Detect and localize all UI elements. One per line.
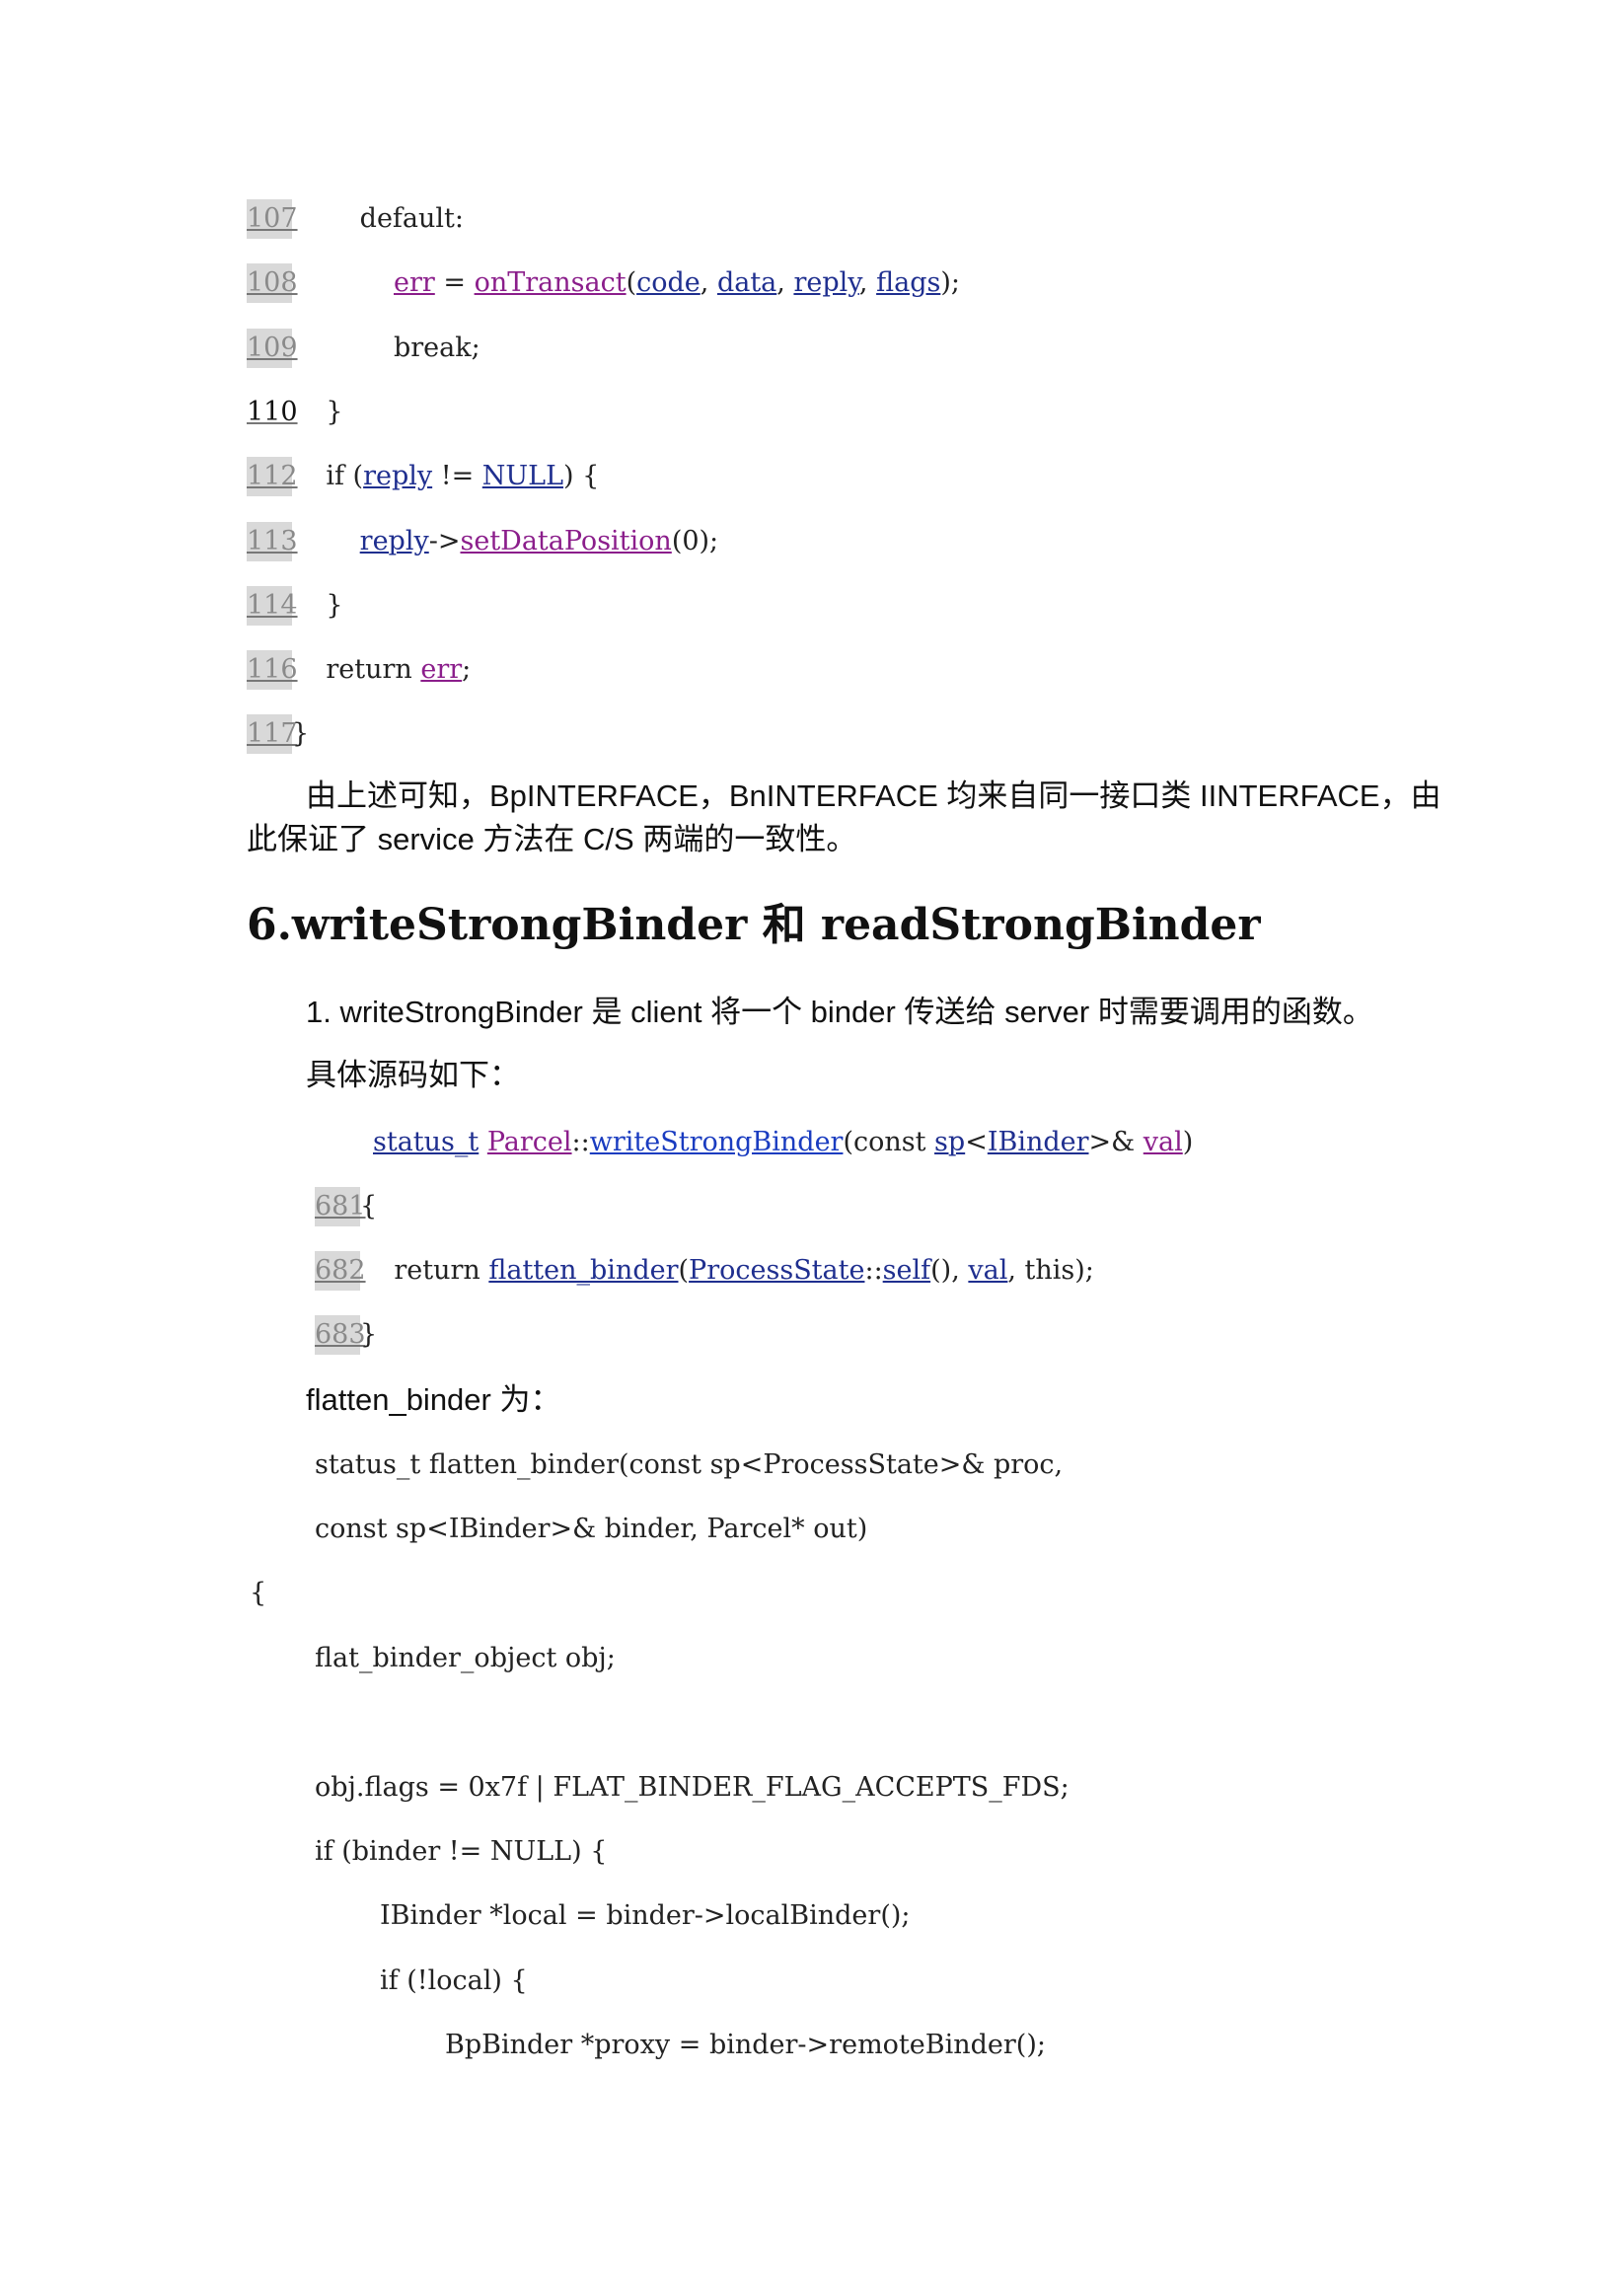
code-line: 110 }: [247, 393, 343, 432]
code-text: );: [940, 267, 960, 299]
code-text: ::: [864, 1255, 883, 1286]
code-token-link[interactable]: self: [883, 1255, 930, 1286]
code-text: =: [434, 267, 475, 299]
code-token-link[interactable]: val: [1143, 1127, 1183, 1157]
code-text: default:: [292, 203, 464, 234]
code-text: }: [292, 589, 343, 621]
code-text: ,: [858, 267, 877, 299]
code-text: ;: [462, 654, 472, 686]
paragraph-line-1: 由上述可知，BpINTERFACE，BnINTERFACE 均来自同一接口类 I…: [306, 778, 1441, 813]
code-token-link[interactable]: writeStrongBinder: [590, 1127, 844, 1157]
code-token-link[interactable]: reply: [360, 526, 429, 556]
code-line: 107 default:: [247, 199, 464, 239]
code-token-link[interactable]: Parcel: [487, 1127, 572, 1157]
code-token-link[interactable]: reply: [363, 461, 432, 491]
line-number[interactable]: 117: [247, 714, 298, 755]
code-text: ->: [428, 525, 461, 556]
code-text: if (: [292, 461, 364, 492]
code-line: 112 if (reply != NULL) {: [247, 457, 600, 497]
code-text: }: [292, 396, 343, 427]
code-token-link[interactable]: err: [394, 267, 435, 298]
code-line: 114 }: [247, 585, 343, 626]
code-token-link[interactable]: ProcessState: [689, 1255, 864, 1286]
code-line: BpBinder *proxy = binder->remoteBinder()…: [445, 2030, 1046, 2060]
code-line: obj.flags = 0x7f | FLAT_BINDER_FLAG_ACCE…: [315, 1772, 1070, 1803]
code-text: ): [1182, 1127, 1194, 1157]
code-line: IBinder *local = binder->localBinder();: [380, 1900, 911, 1931]
line-number[interactable]: 109: [247, 328, 298, 368]
code-token-link[interactable]: setDataPosition: [460, 526, 671, 556]
code-token-link[interactable]: NULL: [482, 461, 563, 491]
code-text: (: [626, 267, 637, 299]
line-number[interactable]: 681: [315, 1187, 366, 1226]
code-line: 108 err = onTransact(code, data, reply, …: [247, 263, 960, 304]
code-token-link[interactable]: IBinder: [988, 1127, 1089, 1157]
line-number[interactable]: 112: [247, 457, 298, 497]
code-text: ::: [571, 1127, 590, 1157]
code-line: if (!local) {: [380, 1965, 528, 1996]
code-line: 682 return flatten_binder(ProcessState::…: [315, 1251, 1094, 1291]
line-number[interactable]: 108: [247, 263, 298, 304]
line-number[interactable]: 107: [247, 199, 298, 239]
code-text: , this);: [1007, 1255, 1094, 1286]
paragraph-line-2: 此保证了 service 方法在 C/S 两端的一致性。: [247, 822, 857, 856]
code-text: }: [292, 718, 310, 750]
code-text: return: [292, 654, 421, 686]
code-token-link[interactable]: flags: [876, 267, 940, 298]
code-text: <: [965, 1127, 988, 1157]
code-text: !=: [432, 461, 482, 492]
code-line: 109 break;: [247, 328, 480, 368]
code-text: break;: [292, 332, 480, 363]
source-intro: 具体源码如下：: [306, 1058, 520, 1092]
line-number[interactable]: 113: [247, 521, 298, 561]
code-token-link[interactable]: sp: [934, 1127, 965, 1157]
code-line: if (binder != NULL) {: [315, 1836, 608, 1867]
code-text: (),: [930, 1255, 969, 1286]
code-text: ,: [700, 267, 717, 299]
code-token-link[interactable]: err: [420, 654, 462, 685]
code-line: 681{: [315, 1187, 377, 1226]
code-line: flat_binder_object obj;: [315, 1643, 616, 1673]
code-text: {: [360, 1191, 378, 1222]
code-line: 683}: [315, 1315, 377, 1355]
code-token-link[interactable]: onTransact: [475, 267, 627, 298]
flatten-intro: flatten_binder 为：: [306, 1382, 561, 1417]
code-line: 113 reply->setDataPosition(0);: [247, 521, 719, 561]
code-text: >&: [1088, 1127, 1143, 1157]
function-signature: status_t Parcel::writeStrongBinder(const…: [373, 1123, 1193, 1162]
code-line: {: [250, 1578, 267, 1608]
code-token-link[interactable]: flatten_binder: [488, 1255, 678, 1286]
code-line: status_t flatten_binder(const sp<Process…: [315, 1449, 1064, 1480]
code-token-link[interactable]: data: [717, 267, 776, 298]
code-line: 116 return err;: [247, 650, 472, 691]
code-line: const sp<IBinder>& binder, Parcel* out): [315, 1514, 868, 1544]
code-text: ,: [776, 267, 794, 299]
code-text: ) {: [563, 461, 600, 492]
code-text: (const: [843, 1127, 935, 1157]
code-token-link[interactable]: code: [636, 267, 701, 298]
code-token-link[interactable]: status_t: [373, 1127, 479, 1157]
code-text: return: [360, 1255, 489, 1286]
list-item-1: 1. writeStrongBinder 是 client 将一个 binder…: [306, 995, 1373, 1029]
code-token-link[interactable]: val: [968, 1255, 1007, 1286]
line-number[interactable]: 110: [247, 393, 298, 432]
line-number[interactable]: 116: [247, 650, 298, 691]
section-heading: 6.writeStrongBinder 和 readStrongBinder: [247, 900, 1261, 950]
line-number[interactable]: 683: [315, 1315, 366, 1355]
code-text: (: [678, 1255, 690, 1286]
code-text: }: [360, 1319, 378, 1350]
code-token-link[interactable]: reply: [793, 267, 858, 298]
code-line: 117}: [247, 714, 310, 755]
code-text: (0);: [671, 525, 719, 556]
line-number[interactable]: 114: [247, 585, 298, 626]
line-number[interactable]: 682: [315, 1251, 366, 1291]
